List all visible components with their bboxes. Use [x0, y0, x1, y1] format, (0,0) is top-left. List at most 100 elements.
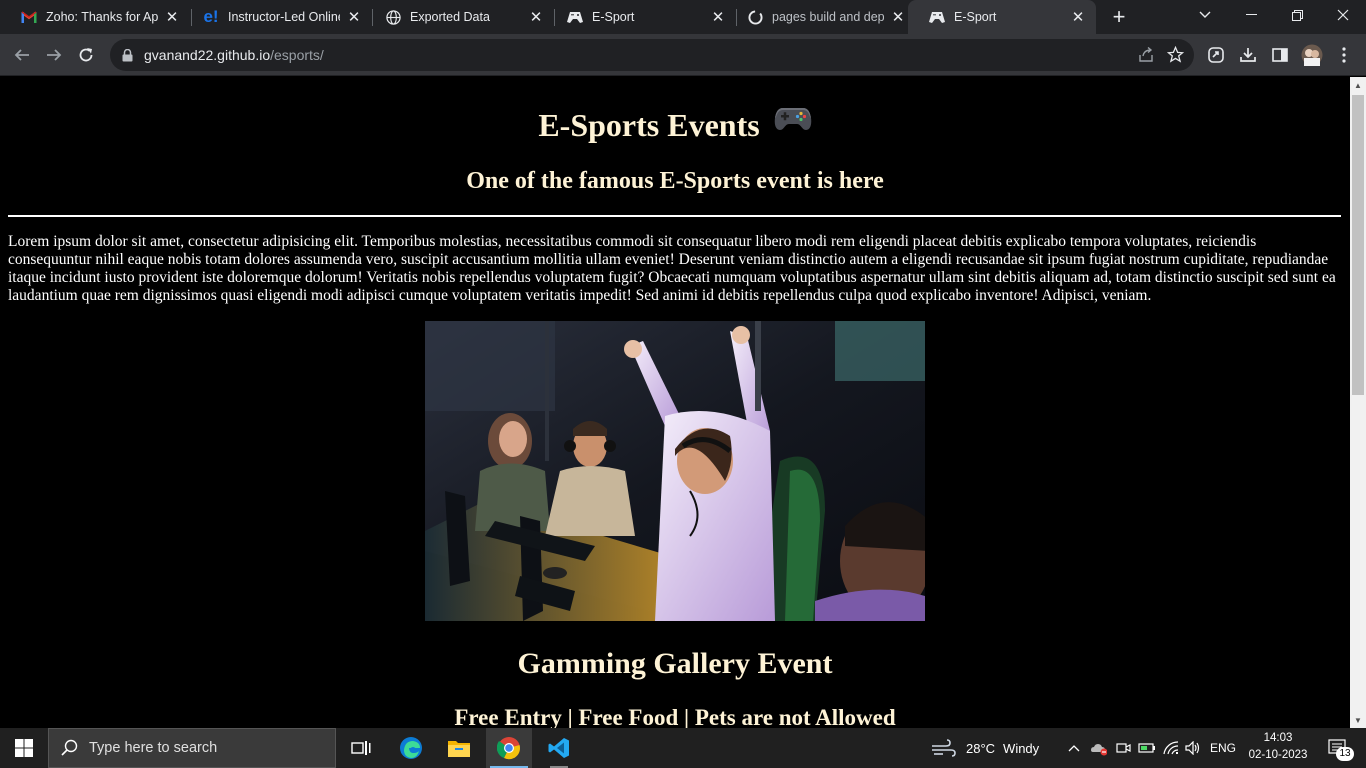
intro-paragraph: Lorem ipsum dolor sit amet, consectetur …: [8, 233, 1336, 304]
extension-icon: [1208, 47, 1224, 63]
download-icon: [1240, 48, 1256, 62]
taskbar-search-box[interactable]: Type here to search: [48, 728, 336, 768]
arrow-left-icon: [14, 49, 29, 61]
scrollbar-thumb[interactable]: [1352, 95, 1364, 395]
side-panel-icon: [1272, 48, 1288, 62]
vscode-icon: [548, 738, 569, 758]
page-title-text: E-Sports Events: [538, 107, 760, 143]
chevron-up-icon: [1068, 745, 1080, 752]
task-view-button[interactable]: [338, 728, 384, 768]
taskbar-file-explorer[interactable]: [436, 728, 482, 768]
reload-button[interactable]: [72, 41, 100, 69]
tab-esport-active[interactable]: E-Sport ✕: [908, 0, 1096, 34]
tab-exported-data[interactable]: Exported Data ✕: [364, 0, 554, 34]
notification-center-button[interactable]: 13: [1318, 728, 1358, 768]
esports-event-photo: [425, 321, 925, 621]
close-icon[interactable]: ✕: [346, 9, 362, 26]
close-window-button[interactable]: [1320, 0, 1366, 30]
minimize-button[interactable]: [1228, 0, 1274, 30]
chevron-down-icon: [1199, 11, 1211, 18]
page-subtitle: One of the famous E-Sports event is here: [466, 168, 884, 194]
browser-tab-strip: Zoho: Thanks for App ✕ e! Instructor-Led…: [0, 0, 1366, 34]
close-icon[interactable]: ✕: [710, 9, 726, 26]
clock-time: 14:03: [1263, 732, 1293, 744]
taskbar-chrome[interactable]: [486, 728, 532, 768]
star-icon[interactable]: [1166, 45, 1185, 68]
taskbar-vscode[interactable]: [536, 728, 582, 768]
tab-title: E-Sport: [592, 10, 635, 24]
profile-avatar[interactable]: [1298, 41, 1326, 69]
edge-icon: [400, 737, 422, 759]
tab-pages-build[interactable]: pages build and depl ✕: [726, 0, 916, 34]
github-icon: [746, 8, 764, 26]
weather-widget[interactable]: 28°C Windy: [930, 728, 1050, 768]
edureka-icon: e!: [203, 7, 219, 26]
tray-meet[interactable]: [1112, 728, 1134, 768]
weather-desc: Windy: [1003, 740, 1040, 756]
close-icon[interactable]: ✕: [890, 9, 906, 26]
windows-logo-icon: [15, 739, 33, 757]
show-hidden-icons-button[interactable]: [1064, 728, 1084, 768]
kebab-menu-icon: [1342, 47, 1346, 63]
tray-battery[interactable]: [1136, 728, 1158, 768]
language-indicator: ENG: [1209, 741, 1236, 755]
new-tab-button[interactable]: +: [1107, 4, 1131, 29]
scroll-up-arrow[interactable]: ▲: [1350, 77, 1366, 93]
downloads-button[interactable]: [1234, 41, 1262, 69]
browser-toolbar: gvanand22.github.io/esports/: [0, 34, 1366, 76]
start-button[interactable]: [0, 728, 48, 768]
url-domain: gvanand22.github.io: [144, 47, 271, 63]
tray-volume[interactable]: [1182, 728, 1204, 768]
page-scrollbar[interactable]: ▲ ▼: [1350, 77, 1366, 728]
arrow-right-icon: [47, 49, 62, 61]
avatar-icon: [1301, 44, 1323, 66]
tab-title: Instructor-Led Online: [228, 10, 340, 24]
close-icon[interactable]: ✕: [1070, 9, 1086, 26]
speaker-icon: [1185, 741, 1200, 755]
side-panel-button[interactable]: [1266, 41, 1294, 69]
onedrive-icon: [1091, 744, 1107, 756]
tray-security[interactable]: [1088, 728, 1110, 768]
gamepad-icon: [566, 8, 584, 26]
back-button[interactable]: [8, 41, 36, 69]
windows-taskbar: Type here to search 28°C Windy ENG 14:03…: [0, 728, 1366, 768]
tab-title: Exported Data: [410, 10, 490, 24]
web-page: E-Sports Events One of the famous E-Spor…: [0, 77, 1350, 728]
scroll-down-arrow[interactable]: ▼: [1350, 712, 1366, 728]
chrome-icon: [497, 737, 520, 760]
gallery-heading: Gamming Gallery Event: [517, 647, 833, 680]
battery-icon: [1138, 743, 1155, 753]
gamepad-icon: [928, 8, 946, 26]
wifi-icon: [1163, 741, 1179, 755]
tab-search-button[interactable]: [1182, 0, 1228, 30]
page-title: E-Sports Events: [0, 107, 1350, 144]
forward-button[interactable]: [40, 41, 68, 69]
taskbar-clock[interactable]: 14:03 02-10-2023: [1240, 730, 1316, 764]
lock-icon[interactable]: [122, 48, 136, 62]
share-icon[interactable]: [1138, 46, 1154, 68]
tab-esport[interactable]: E-Sport ✕: [546, 0, 736, 34]
tab-title: Zoho: Thanks for App: [46, 10, 158, 24]
restore-button[interactable]: [1274, 0, 1320, 30]
address-bar[interactable]: gvanand22.github.io/esports/: [110, 39, 1194, 71]
event-info: Free Entry | Free Food | Pets are not Al…: [454, 705, 896, 728]
wind-icon: [932, 739, 956, 757]
url-path: /esports/: [270, 47, 324, 63]
close-icon[interactable]: ✕: [164, 9, 180, 26]
extension-button[interactable]: [1202, 41, 1230, 69]
close-icon[interactable]: ✕: [528, 9, 544, 26]
taskbar-edge[interactable]: [388, 728, 434, 768]
tab-zoho[interactable]: Zoho: Thanks for App ✕: [0, 0, 190, 34]
horizontal-divider: [8, 215, 1341, 217]
notification-badge: 13: [1336, 747, 1354, 761]
tab-instructor[interactable]: e! Instructor-Led Online ✕: [182, 0, 372, 34]
gamepad-icon: [774, 103, 812, 140]
tray-language[interactable]: ENG: [1206, 728, 1240, 768]
search-icon: [61, 739, 78, 756]
menu-button[interactable]: [1330, 41, 1358, 69]
globe-icon: [384, 8, 402, 26]
tab-title: pages build and depl: [772, 10, 884, 24]
task-view-icon: [351, 741, 371, 755]
tab-title: E-Sport: [954, 10, 997, 24]
tray-wifi[interactable]: [1160, 728, 1182, 768]
